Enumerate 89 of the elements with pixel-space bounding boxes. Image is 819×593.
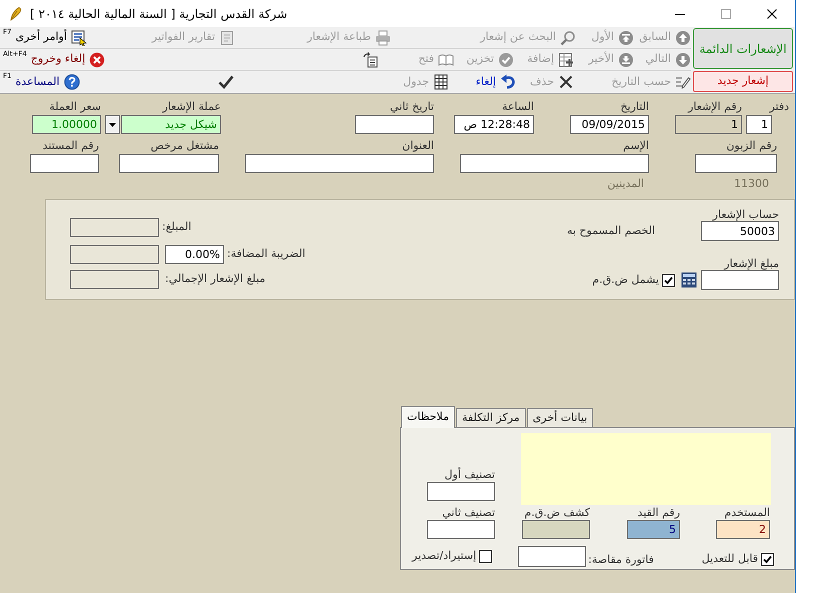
field-label: رقم المستند: [42, 139, 99, 154]
search-icon: [560, 30, 576, 46]
grid-icon: [433, 74, 449, 90]
dropdown-button[interactable]: [105, 115, 120, 134]
account-code: 11300: [734, 177, 769, 190]
document-icon: [219, 30, 235, 46]
close-icon: [767, 8, 777, 18]
account-name: المدينين: [607, 177, 644, 190]
input-field[interactable]: 50003: [701, 221, 779, 241]
dropdown-field[interactable]: شيكل جديد: [121, 115, 221, 134]
input-field[interactable]: 12:28:48 ص: [454, 115, 534, 134]
caret-icon: [109, 122, 116, 126]
input-field[interactable]: [70, 270, 159, 289]
input-field[interactable]: 5: [627, 520, 680, 539]
tab[interactable]: ملاحظات: [401, 406, 455, 428]
input-field[interactable]: 09/09/2015: [570, 115, 649, 134]
input-field[interactable]: [701, 270, 779, 290]
field-label: مبلغ الإشعار الإجمالي:: [165, 271, 266, 288]
field-label: الخصم المسموح به: [566, 222, 655, 239]
up-arrow-circle-icon: [675, 30, 691, 46]
checkmark-icon: [218, 74, 234, 90]
book-icon: [438, 52, 454, 68]
input-field[interactable]: [522, 520, 590, 539]
input-field[interactable]: 1: [746, 115, 772, 134]
maximize-icon: [721, 8, 731, 18]
input-field[interactable]: [70, 218, 159, 237]
cross-icon: [558, 74, 574, 90]
input-field[interactable]: [245, 154, 434, 173]
input-field[interactable]: [518, 546, 586, 567]
window-title: شركة القدس التجارية [ السنة المالية الحالية ٢٠١٤ ]: [30, 6, 288, 22]
field-label: دفتر: [768, 100, 789, 115]
calculator-icon: [681, 272, 697, 288]
input-field[interactable]: [695, 154, 777, 173]
input-field[interactable]: [30, 154, 99, 173]
new-notice-button[interactable]: إشعار جديد: [693, 71, 793, 92]
input-field[interactable]: 1.00000: [32, 115, 101, 134]
down-arrow-circle-icon: [675, 52, 691, 68]
notes-field[interactable]: [521, 433, 771, 505]
printer-icon: [375, 30, 391, 46]
input-field[interactable]: 0.00%: [165, 245, 224, 264]
checkbox[interactable]: [662, 274, 675, 286]
list-cursor-icon: [70, 30, 87, 46]
field-label: العنوان: [401, 139, 434, 154]
input-field[interactable]: 2: [716, 520, 770, 539]
field-label: تصنيف ثاني: [441, 507, 495, 520]
input-field[interactable]: [70, 245, 159, 264]
field-label: تصنيف أول: [444, 469, 495, 482]
help-icon: [64, 74, 80, 90]
checkbox-label: قابل للتعديل: [702, 551, 758, 567]
input-field[interactable]: 1: [675, 115, 742, 134]
field-label: سعر العملة: [48, 100, 101, 115]
input-field[interactable]: [119, 154, 219, 173]
field-label: رقم الزبون: [725, 139, 777, 154]
close-circle-icon: [89, 52, 106, 68]
field-label: الإسم: [622, 139, 649, 154]
field-label: تاريخ ثاني: [388, 100, 434, 115]
field-label: مبلغ الإشعار: [724, 257, 779, 270]
document-arrow-icon: [363, 52, 379, 68]
input-field[interactable]: [460, 154, 649, 173]
field-label: كشف ض.ق.م: [523, 507, 590, 520]
field-label: رقم القيد: [636, 507, 680, 520]
field-label: مشتغل مرخص: [150, 139, 219, 154]
field-label: الضريبة المضافة:: [227, 246, 306, 262]
check-circle-icon: [498, 52, 514, 68]
field-label: عملة الإشعار: [161, 100, 221, 115]
field-label: فاتورة مقاصة:: [588, 552, 654, 568]
app-logo-icon: [8, 6, 24, 22]
checkbox[interactable]: [761, 552, 774, 566]
field-label: المبلغ:: [162, 219, 192, 236]
input-field[interactable]: [355, 115, 434, 134]
field-label: المستخدم: [723, 507, 770, 520]
field-label: التاريخ: [619, 100, 649, 115]
toolbar-button[interactable]: إلغاء: [461, 72, 516, 92]
bottom-arrow-circle-icon: [618, 52, 634, 68]
input-field[interactable]: [427, 520, 495, 539]
tab[interactable]: مركز التكلفة: [456, 408, 526, 427]
table-plus-icon: [558, 52, 574, 68]
calculator-button[interactable]: [681, 272, 697, 288]
top-arrow-circle-icon: [618, 30, 634, 46]
permanent-notices-button[interactable]: الإشعارات الدائمة: [693, 28, 793, 69]
field-label: حساب الإشعار: [712, 208, 779, 221]
checkbox[interactable]: [479, 550, 492, 563]
field-label: رقم الإشعار: [686, 100, 742, 115]
checkbox-label: إستيراد/تصدير: [412, 548, 476, 564]
input-field[interactable]: [427, 482, 495, 501]
field-label: الساعة: [500, 100, 534, 115]
undo-icon: [500, 74, 516, 90]
checkbox-label: يشمل ض.ق.م: [592, 272, 659, 288]
tab[interactable]: بيانات أخرى: [526, 408, 594, 427]
